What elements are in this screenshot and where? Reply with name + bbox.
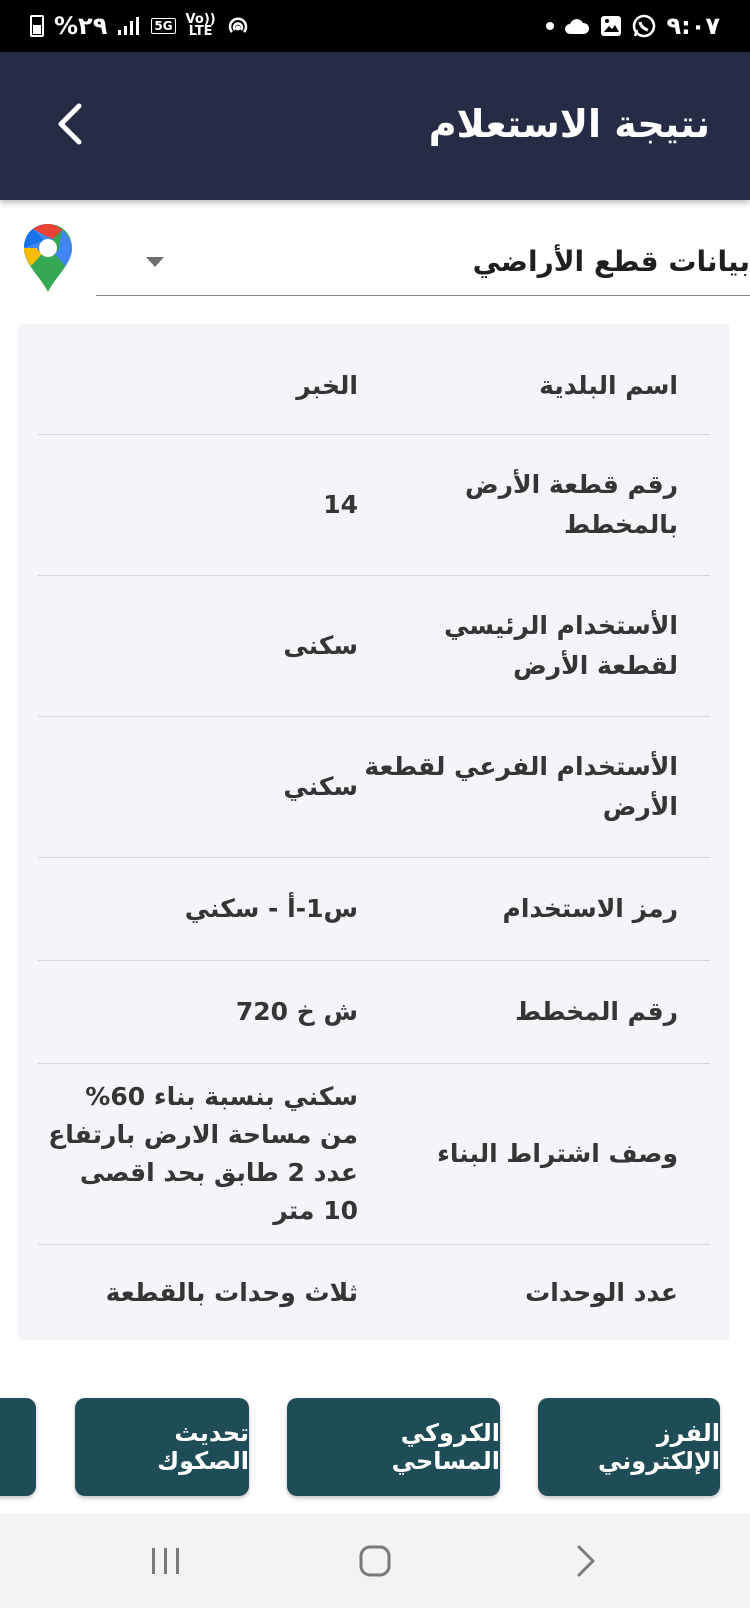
detail-label: رقم المخطط (515, 997, 678, 1026)
back-button[interactable] (44, 94, 94, 154)
recent-apps-icon (152, 1548, 179, 1574)
detail-row-building-requirements: وصف اشتراط البناء سكني بنسبة بناء 60% من… (38, 1064, 710, 1244)
update-deeds-button[interactable]: تحديث الصكوك (75, 1398, 249, 1496)
detail-label: اسم البلدية (539, 371, 678, 400)
partial-action-button[interactable] (0, 1398, 36, 1496)
detail-label: عدد الوحدات (525, 1277, 678, 1307)
detail-row-main-use: الأستخدام الرئيسي لقطعة الأرض سكنى (38, 576, 710, 716)
battery-icon (30, 15, 44, 37)
gallery-icon (601, 16, 622, 36)
survey-sketch-button[interactable]: الكروكي المساحي (287, 1398, 500, 1496)
detail-value: سكني (283, 772, 358, 801)
detail-label: الأستخدام الفرعي لقطعة الأرض (364, 752, 678, 821)
detail-value: 14 (323, 490, 358, 519)
section-dropdown[interactable]: بيانات قطع الأراضي (96, 228, 750, 296)
detail-value: الخبر (296, 371, 358, 400)
detail-row-units-count: عدد الوحدات ثلاث وحدات بالقطعة (38, 1245, 710, 1340)
status-right: ٩:٠٧ (546, 12, 720, 40)
hotspot-icon (228, 17, 247, 33)
home-button[interactable] (345, 1536, 405, 1586)
detail-value: س1-أ - سكني (184, 894, 358, 923)
clock: ٩:٠٧ (666, 12, 720, 40)
volte-indicator: Vo)) LTE (186, 13, 216, 39)
volte-bottom-text: LTE (188, 24, 213, 39)
status-bar: %٢٩ 5G Vo)) LTE ٩:٠٧ (0, 0, 750, 52)
recent-apps-button[interactable] (136, 1536, 196, 1586)
signal-icon (118, 17, 140, 35)
status-left: %٢٩ 5G Vo)) LTE (30, 12, 250, 40)
whatsapp-icon (633, 14, 656, 38)
detail-row-plot-number: رقم قطعة الأرض بالمخطط 14 (38, 435, 710, 575)
detail-label: وصف اشتراط البناء (437, 1139, 678, 1168)
notification-dot-icon (546, 22, 555, 30)
system-back-button[interactable] (556, 1536, 616, 1586)
detail-label: رقم قطعة الأرض بالمخطط (465, 470, 678, 539)
detail-row-plan-number: رقم المخطط ش خ 720 (38, 961, 710, 1063)
detail-value: سكني بنسبة بناء 60% من مساحة الارض بارتف… (48, 1082, 358, 1225)
detail-row-sub-use: الأستخدام الفرعي لقطعة الأرض سكني (38, 717, 710, 857)
network-5g-badge: 5G (151, 18, 176, 34)
google-maps-icon[interactable] (22, 222, 74, 294)
chevron-left-icon (58, 103, 82, 145)
system-nav-bar (0, 1514, 750, 1608)
detail-value: ثلاث وحدات بالقطعة (105, 1277, 358, 1307)
detail-row-use-code: رمز الاستخدام س1-أ - سكني (38, 858, 710, 960)
section-dropdown-value: بيانات قطع الأراضي (472, 245, 750, 278)
detail-row-municipality: اسم البلدية الخبر (38, 338, 710, 434)
page-title: نتيجة الاستعلام (428, 102, 710, 146)
land-details-card: اسم البلدية الخبر رقم قطعة الأرض بالمخطط… (18, 324, 730, 1340)
chevron-right-icon (577, 1545, 595, 1577)
detail-label: الأستخدام الرئيسي لقطعة الأرض (444, 611, 678, 680)
electronic-sorting-button[interactable]: الفرز الإلكتروني (538, 1398, 720, 1496)
caret-down-icon (146, 256, 164, 267)
battery-level: %٢٩ (54, 12, 108, 40)
actions-scroller[interactable]: الفرز الإلكتروني الكروكي المساحي تحديث ا… (0, 1398, 750, 1496)
app-bar: نتيجة الاستعلام (0, 52, 750, 200)
detail-value: سكنى (283, 631, 358, 660)
detail-label: رمز الاستخدام (502, 894, 678, 923)
home-icon (359, 1545, 391, 1577)
cloud-icon (565, 19, 590, 34)
detail-value: ش خ 720 (235, 997, 358, 1026)
